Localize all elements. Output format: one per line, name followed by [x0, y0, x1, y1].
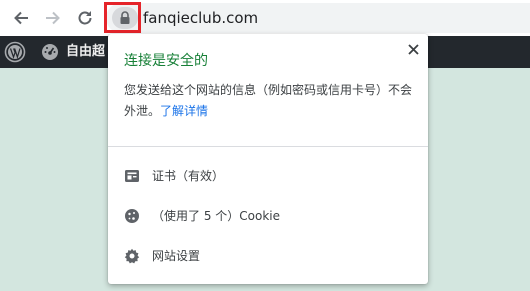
reload-button[interactable] — [73, 6, 97, 30]
cookie-icon — [123, 207, 141, 225]
wp-site-menu[interactable]: 自由超 — [40, 41, 105, 63]
learn-more-link[interactable]: 了解详情 — [160, 104, 208, 118]
arrow-right-icon — [46, 11, 60, 25]
site-settings-item[interactable]: 网站设置 — [108, 236, 428, 276]
certificate-label: 证书（有效） — [152, 169, 225, 183]
forward-button[interactable] — [41, 6, 65, 30]
url-text[interactable]: fanqieclub.com — [143, 8, 258, 28]
wp-site-label: 自由超 — [66, 44, 106, 59]
back-button[interactable] — [9, 6, 33, 30]
site-settings-label: 网站设置 — [152, 249, 201, 263]
popup-description: 您发送给这个网站的信息（例如密码或信用卡号）不会外泄。了解详情 — [124, 80, 416, 122]
cookie-item[interactable]: （使用了 5 个）Cookie — [108, 196, 428, 236]
certificate-item[interactable]: 证书（有效） — [108, 156, 428, 196]
close-icon — [407, 43, 419, 55]
site-info-popup: 连接是安全的 您发送给这个网站的信息（例如密码或信用卡号）不会外泄。了解详情 证… — [108, 34, 428, 284]
certificate-icon — [123, 167, 141, 185]
divider — [108, 146, 428, 147]
browser-toolbar: fanqieclub.com — [0, 0, 530, 36]
reload-icon — [78, 11, 92, 25]
site-info-button[interactable] — [112, 7, 138, 29]
popup-title: 连接是安全的 — [124, 53, 208, 69]
lock-icon — [120, 11, 130, 24]
close-button[interactable] — [404, 40, 422, 58]
arrow-left-icon — [14, 11, 28, 25]
wordpress-logo-icon[interactable] — [4, 41, 26, 63]
dashboard-gauge-icon — [42, 44, 58, 60]
gear-icon — [123, 247, 141, 265]
cookie-label: （使用了 5 个）Cookie — [152, 209, 280, 223]
